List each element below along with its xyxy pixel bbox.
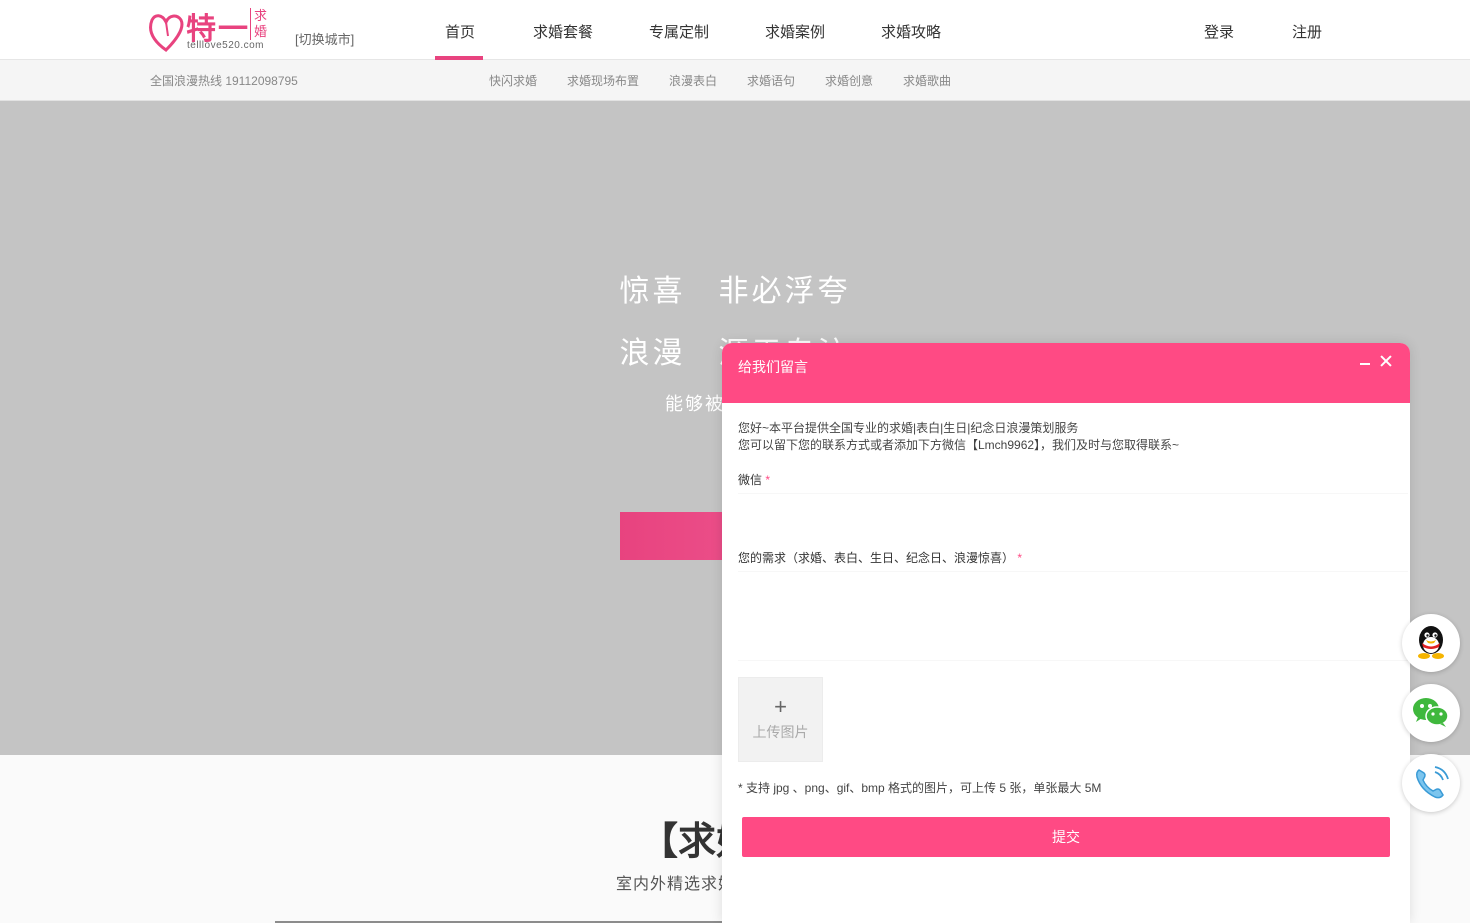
- nav-packages[interactable]: 求婚套餐: [533, 21, 593, 42]
- wechat-icon: [1413, 698, 1449, 727]
- qq-contact-button[interactable]: [1402, 614, 1460, 672]
- required-mark: *: [1017, 551, 1023, 565]
- dialog-title: 给我们留言: [738, 359, 808, 375]
- message-dialog: 给我们留言 您好~本平台提供全国专业的求婚|表白|生日|纪念日浪漫策划服务 您可…: [722, 343, 1410, 923]
- subnav-item-phrases[interactable]: 求婚语句: [747, 72, 795, 89]
- subnav-item-songs[interactable]: 求婚歌曲: [903, 72, 951, 89]
- sub-navbar: 全国浪漫热线 19112098795 快闪求婚 求婚现场布置 浪漫表白 求婚语句…: [0, 60, 1470, 101]
- phone-contact-button[interactable]: [1402, 754, 1460, 812]
- subnav-item-flashmob[interactable]: 快闪求婚: [489, 72, 537, 89]
- required-mark: *: [765, 473, 771, 487]
- subnav-item-ideas[interactable]: 求婚创意: [825, 72, 873, 89]
- top-navbar: 特一 telllove520.com 求婚 [切换城市] 首页 求婚套餐 专属定…: [0, 0, 1470, 60]
- dialog-intro: 您好~本平台提供全国专业的求婚|表白|生日|纪念日浪漫策划服务 您可以留下您的联…: [738, 420, 1179, 454]
- need-label: 您的需求（求婚、表白、生日、纪念日、浪漫惊喜） *: [738, 549, 1022, 566]
- nav-guides[interactable]: 求婚攻略: [881, 21, 941, 42]
- close-icon[interactable]: [1378, 353, 1394, 369]
- subnav-item-confession[interactable]: 浪漫表白: [669, 72, 717, 89]
- register-link[interactable]: 注册: [1292, 21, 1322, 42]
- login-link[interactable]: 登录: [1204, 21, 1234, 42]
- wechat-label: 微信 *: [738, 471, 770, 488]
- dialog-header: 给我们留言: [722, 343, 1410, 403]
- hero-line-1: 惊喜 非必浮夸: [619, 275, 851, 308]
- intro-line-2: 您可以留下您的联系方式或者添加下方微信【Lmch9962】，我们及时与您取得联系…: [738, 438, 1180, 452]
- need-textarea[interactable]: [738, 571, 1408, 661]
- logo-side-text: 求婚: [250, 8, 268, 40]
- nav-cases[interactable]: 求婚案例: [765, 21, 825, 42]
- subnav-item-venue[interactable]: 求婚现场布置: [567, 72, 639, 89]
- intro-line-1: 您好~本平台提供全国专业的求婚|表白|生日|纪念日浪漫策划服务: [738, 421, 1079, 435]
- upload-label: 上传图片: [752, 724, 809, 740]
- nav-home[interactable]: 首页: [445, 21, 475, 42]
- wechat-input[interactable]: [738, 493, 1408, 535]
- heart-logo-icon: [149, 14, 184, 52]
- plus-icon: +: [774, 694, 787, 719]
- upload-note: * 支持 jpg 、png、gif、bmp 格式的图片，可上传 5 张，单张最大…: [738, 781, 1102, 795]
- wechat-label-text: 微信: [738, 473, 763, 487]
- qq-icon: [1418, 626, 1444, 659]
- upload-image-button[interactable]: + 上传图片: [738, 677, 823, 762]
- city-switch-link[interactable]: [切换城市]: [295, 29, 354, 48]
- minimize-icon[interactable]: [1358, 353, 1372, 369]
- hotline-text: 全国浪漫热线 19112098795: [150, 74, 298, 88]
- wechat-contact-button[interactable]: [1402, 684, 1460, 742]
- submit-button[interactable]: 提交: [742, 817, 1390, 857]
- phone-icon: [1416, 766, 1449, 799]
- logo-domain: telllove520.com: [187, 40, 264, 51]
- nav-custom[interactable]: 专属定制: [649, 21, 709, 42]
- need-label-text: 您的需求（求婚、表白、生日、纪念日、浪漫惊喜）: [738, 551, 1015, 565]
